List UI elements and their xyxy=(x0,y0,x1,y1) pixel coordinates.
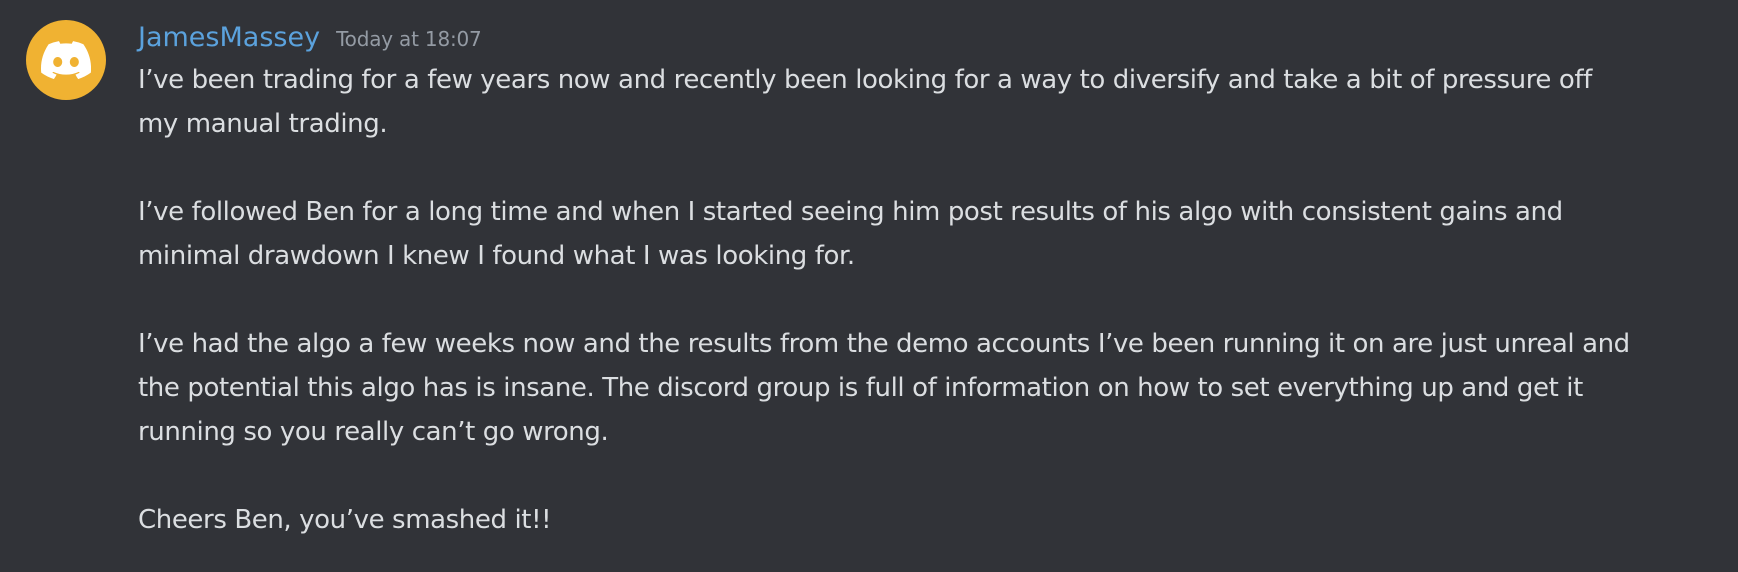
message-timestamp[interactable]: Today at 18:07 xyxy=(336,19,482,59)
author-username[interactable]: JamesMassey xyxy=(138,18,320,58)
message-paragraph: Cheers Ben, you’ve smashed it!! xyxy=(138,505,552,535)
message-paragraph: I’ve had the algo a few weeks now and th… xyxy=(138,329,1630,447)
avatar[interactable] xyxy=(26,20,106,100)
message-body: I’ve been trading for a few years now an… xyxy=(138,58,1698,542)
message-header: JamesMassey Today at 18:07 xyxy=(138,18,1698,58)
discord-logo-icon xyxy=(41,41,91,79)
message-paragraph: I’ve followed Ben for a long time and wh… xyxy=(138,197,1563,271)
message-content: JamesMassey Today at 18:07 I’ve been tra… xyxy=(138,18,1698,542)
chat-message: JamesMassey Today at 18:07 I’ve been tra… xyxy=(0,0,1738,572)
message-paragraph: I’ve been trading for a few years now an… xyxy=(138,65,1592,139)
